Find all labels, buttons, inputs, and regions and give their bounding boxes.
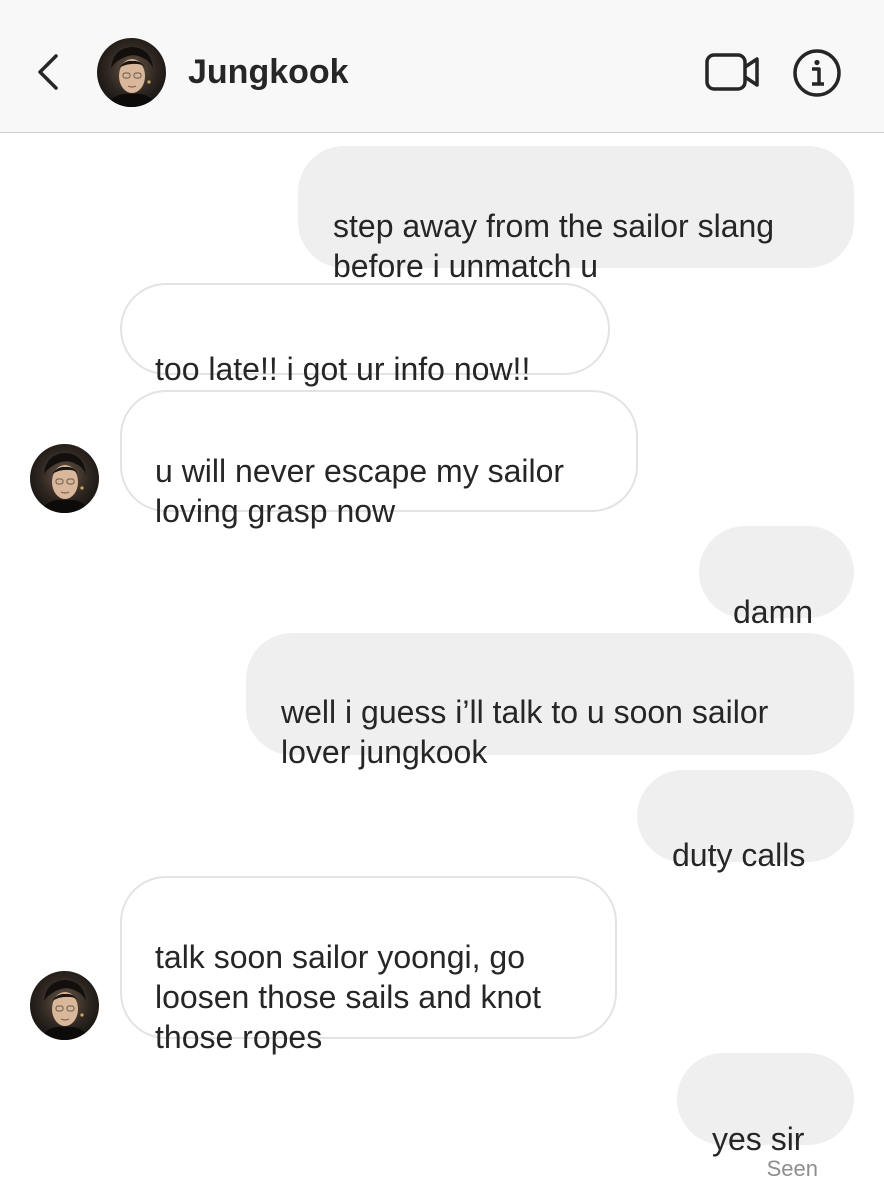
message-bubble-received[interactable]: too late!! i got ur info now!! xyxy=(120,283,610,387)
sender-avatar[interactable] xyxy=(30,971,99,1040)
message-bubble-sent[interactable]: well i guess i’ll talk to u soon sailor … xyxy=(246,633,854,770)
message-bubble-sent[interactable]: duty calls xyxy=(637,770,854,873)
chevron-left-icon xyxy=(28,52,64,92)
video-camera-icon xyxy=(704,50,760,94)
message-bubble-received[interactable]: u will never escape my sailor loving gra… xyxy=(120,390,638,529)
back-button[interactable] xyxy=(28,52,64,92)
message-bubble-sent[interactable]: step away from the sailor slang before i… xyxy=(298,146,854,284)
message-text: yes sir xyxy=(712,1121,805,1157)
message-bubble-sent[interactable]: damn xyxy=(699,526,854,630)
message-bubble-sent[interactable]: yes sir xyxy=(677,1053,854,1157)
info-button[interactable] xyxy=(792,48,842,98)
info-icon xyxy=(792,48,842,98)
seen-status: Seen xyxy=(766,1156,818,1181)
header-avatar[interactable] xyxy=(97,38,166,107)
message-text: talk soon sailor yoongi, go loosen those… xyxy=(155,939,542,1055)
message-text: step away from the sailor slang before i… xyxy=(333,208,775,284)
conversation-title[interactable]: Jungkook xyxy=(188,50,349,94)
message-text: damn xyxy=(733,594,814,630)
message-text: too late!! i got ur info now!! xyxy=(155,351,531,387)
message-text: duty calls xyxy=(672,837,806,873)
sender-avatar[interactable] xyxy=(30,444,99,513)
video-call-button[interactable] xyxy=(704,50,760,94)
chat-header: Jungkook xyxy=(0,0,884,133)
message-text: well i guess i’ll talk to u soon sailor … xyxy=(281,694,769,770)
message-bubble-received[interactable]: talk soon sailor yoongi, go loosen those… xyxy=(120,876,617,1055)
message-text: u will never escape my sailor loving gra… xyxy=(155,453,565,529)
